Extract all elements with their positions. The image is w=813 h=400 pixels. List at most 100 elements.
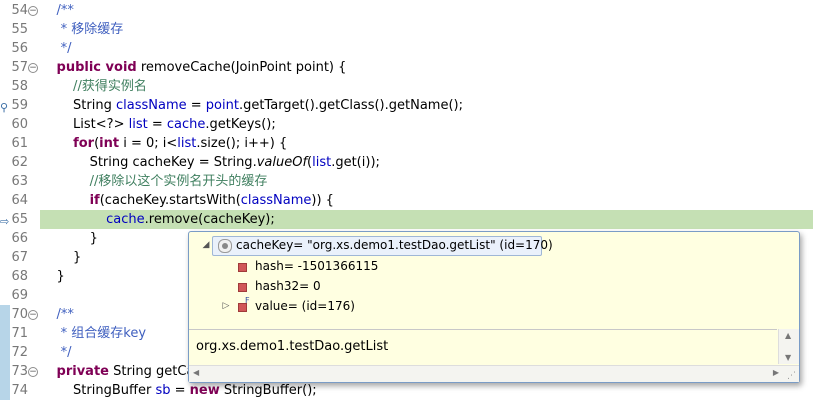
code-token: valueOf: [256, 155, 308, 170]
code-token: String: [40, 155, 133, 170]
line-gutter[interactable]: 69: [0, 286, 38, 305]
code-token: */: [40, 41, 72, 56]
code-line[interactable]: 74 StringBuffer sb = new StringBuffer();: [0, 381, 813, 400]
code-line[interactable]: 60 List<?> list = cache.getKeys();: [0, 115, 813, 134]
fold-toggle-icon[interactable]: −: [28, 310, 38, 320]
variable-icon: [218, 239, 232, 253]
code-text[interactable]: cache.remove(cacheKey);: [40, 210, 813, 229]
code-text[interactable]: List<?> list = cache.getKeys();: [40, 115, 813, 134]
debug-hover-popup[interactable]: ◢ cacheKey= "org.xs.demo1.testDao.getLis…: [188, 231, 800, 383]
code-text[interactable]: * 移除缓存: [40, 20, 813, 39]
line-gutter[interactable]: 70−: [0, 305, 38, 324]
code-token: =: [147, 117, 167, 132]
code-token: .get(i));: [331, 155, 380, 170]
code-token: }: [40, 250, 82, 265]
code-token: className: [116, 98, 187, 113]
detail-vertical-scrollbar[interactable]: ▲ ▼: [778, 329, 799, 364]
code-text[interactable]: if(cacheKey.startsWith(className)) {: [40, 191, 813, 210]
code-line[interactable]: 63 //移除以这个实例名开头的缓存: [0, 172, 813, 191]
scroll-down-icon[interactable]: ▼: [785, 353, 791, 362]
line-gutter[interactable]: 72: [0, 343, 38, 362]
code-token: //移除以这个实例名开头的缓存: [40, 174, 268, 189]
line-gutter[interactable]: ⇨ 65: [0, 210, 38, 229]
line-number: 67: [11, 250, 28, 265]
code-line[interactable]: 61 for(int i = 0; i<list.size(); i++) {: [0, 134, 813, 153]
collapse-arrow-icon[interactable]: ◢: [201, 236, 211, 255]
code-text[interactable]: for(int i = 0; i<list.size(); i++) {: [40, 134, 813, 153]
code-token: removeCache(JoinPoint point) {: [136, 60, 347, 75]
code-token: list: [177, 136, 197, 151]
code-line[interactable]: 54− /**: [0, 1, 813, 20]
scroll-right-icon[interactable]: ▶: [773, 368, 779, 377]
code-line[interactable]: 58 //获得实例名: [0, 77, 813, 96]
scroll-up-icon[interactable]: ▲: [785, 331, 791, 340]
resize-grip-icon[interactable]: ⋰: [787, 371, 797, 381]
code-text[interactable]: String className = point.getTarget().get…: [40, 96, 813, 115]
final-badge: F: [245, 296, 250, 305]
line-gutter[interactable]: 71: [0, 324, 38, 343]
line-gutter[interactable]: 62: [0, 153, 38, 172]
line-number: 57: [11, 60, 28, 75]
code-token: private: [56, 364, 109, 379]
line-gutter[interactable]: 61: [0, 134, 38, 153]
fold-toggle-icon[interactable]: −: [28, 6, 38, 16]
code-token: }: [40, 269, 65, 284]
code-line[interactable]: ⚲ 59 String className = point.getTarget()…: [0, 96, 813, 115]
code-token: sb: [155, 383, 171, 398]
code-line[interactable]: 64 if(cacheKey.startsWith(className)) {: [0, 191, 813, 210]
line-number: 73: [11, 364, 28, 379]
line-gutter[interactable]: 57−: [0, 58, 38, 77]
code-text[interactable]: /**: [40, 1, 813, 20]
tree-node-label: cacheKey= "org.xs.demo1.testDao.getList"…: [236, 238, 553, 252]
tree-node-hash[interactable]: hash= -1501366115: [189, 257, 789, 276]
tree-node-hash32[interactable]: hash32= 0: [189, 277, 789, 296]
code-line[interactable]: ⇨ 65 cache.remove(cacheKey);: [0, 210, 813, 229]
code-token: )) {: [311, 193, 334, 208]
line-gutter[interactable]: 73−: [0, 362, 38, 381]
line-number: 60: [11, 117, 28, 132]
code-text[interactable]: //获得实例名: [40, 77, 813, 96]
line-gutter[interactable]: ⚲ 59: [0, 96, 38, 115]
code-text[interactable]: StringBuffer sb = new StringBuffer();: [40, 381, 813, 400]
line-gutter[interactable]: 63: [0, 172, 38, 191]
code-line[interactable]: 55 * 移除缓存: [0, 20, 813, 39]
line-gutter[interactable]: 74: [0, 381, 38, 400]
fold-toggle-icon[interactable]: −: [28, 63, 38, 73]
variable-tree[interactable]: ◢ cacheKey= "org.xs.demo1.testDao.getLis…: [189, 232, 799, 329]
line-gutter[interactable]: 64: [0, 191, 38, 210]
code-text[interactable]: public void removeCache(JoinPoint point)…: [40, 58, 813, 77]
code-token: (cacheKey.startsWith(: [99, 193, 241, 208]
line-gutter[interactable]: 67: [0, 248, 38, 267]
change-bar: [0, 324, 10, 343]
expand-arrow-icon[interactable]: ▷: [221, 297, 231, 316]
scroll-left-icon[interactable]: ◀: [193, 368, 199, 377]
line-gutter[interactable]: 68: [0, 267, 38, 286]
detail-pane[interactable]: org.xs.demo1.testDao.getList: [189, 329, 777, 365]
code-text[interactable]: String cacheKey = String.valueOf(list.ge…: [40, 153, 813, 172]
code-token: =: [170, 383, 190, 398]
line-gutter[interactable]: 54−: [0, 1, 38, 20]
line-gutter[interactable]: 66: [0, 229, 38, 248]
code-line[interactable]: 62 String cacheKey = String.valueOf(list…: [0, 153, 813, 172]
line-gutter[interactable]: 55: [0, 20, 38, 39]
line-number: 71: [11, 326, 28, 341]
code-line[interactable]: 57− public void removeCache(JoinPoint po…: [0, 58, 813, 77]
tree-node-root[interactable]: ◢ cacheKey= "org.xs.demo1.testDao.getLis…: [189, 236, 789, 256]
line-number: 66: [11, 231, 28, 246]
code-line[interactable]: 56 */: [0, 39, 813, 58]
fold-toggle-icon[interactable]: −: [28, 367, 38, 377]
detail-value-text: org.xs.demo1.testDao.getList: [196, 339, 389, 354]
code-token: i = 0; i<: [119, 136, 178, 151]
code-text[interactable]: //移除以这个实例名开头的缓存: [40, 172, 813, 191]
line-gutter[interactable]: 56: [0, 39, 38, 58]
horizontal-scrollbar[interactable]: ◀ ▶ ⋰: [189, 365, 799, 382]
tree-node-value[interactable]: ▷ F value= (id=176): [189, 296, 789, 316]
line-gutter[interactable]: 58: [0, 77, 38, 96]
code-token: list: [312, 155, 332, 170]
change-bar: [0, 305, 10, 324]
line-gutter[interactable]: 60: [0, 115, 38, 134]
code-token: if: [89, 193, 100, 208]
code-text[interactable]: */: [40, 39, 813, 58]
